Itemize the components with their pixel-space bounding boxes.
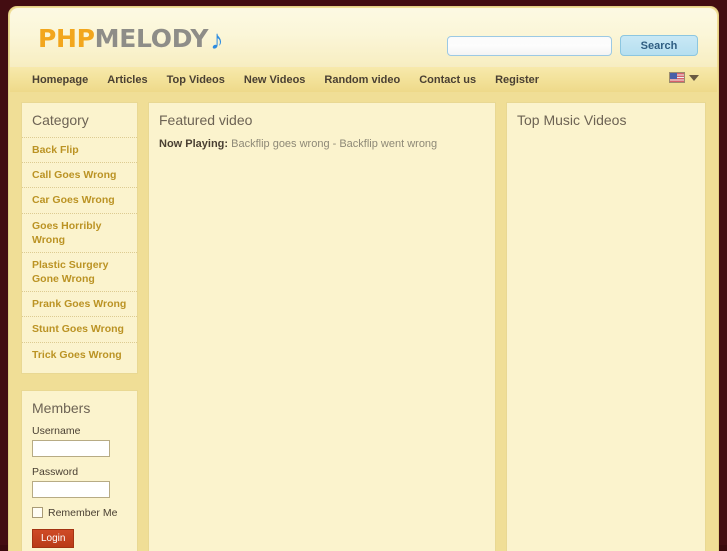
top-music-videos-title: Top Music Videos [517, 112, 627, 128]
now-playing-video-link[interactable]: Backflip goes wrong - Backflip went wron… [231, 138, 437, 150]
us-flag-icon [669, 72, 685, 83]
category-link-trick-goes-wrong[interactable]: Trick Goes Wrong [32, 348, 127, 362]
category-link-goes-horribly-wrong[interactable]: Goes Horribly Wrong [32, 219, 127, 247]
list-item: Trick Goes Wrong [22, 341, 137, 367]
now-playing-row: Now Playing: Backflip goes wrong - Backf… [149, 137, 495, 161]
category-link-stunt-goes-wrong[interactable]: Stunt Goes Wrong [32, 322, 127, 336]
list-item: Car Goes Wrong [22, 187, 137, 212]
list-item: Stunt Goes Wrong [22, 316, 137, 341]
remember-me-label[interactable]: Remember Me [48, 507, 117, 519]
search-button[interactable]: Search [620, 35, 698, 56]
search-input[interactable] [447, 35, 612, 56]
nav-item-top-videos[interactable]: Top Videos [167, 74, 225, 86]
nav-item-register[interactable]: Register [495, 74, 539, 86]
search-area: Search [447, 35, 698, 56]
page-body: Category Back Flip Call Goes Wrong Car G… [9, 92, 718, 551]
logo-php-text: PHP [38, 24, 95, 53]
center-column: Featured video Now Playing: Backflip goe… [148, 102, 496, 551]
category-list: Back Flip Call Goes Wrong Car Goes Wrong… [22, 137, 137, 373]
main-navigation: Homepage Articles Top Videos New Videos … [10, 66, 717, 92]
now-playing-label: Now Playing: [159, 138, 229, 150]
featured-video-title: Featured video [159, 112, 253, 128]
list-item: Goes Horribly Wrong [22, 212, 137, 252]
site-header: PHPMELODY♪ Search [10, 8, 717, 66]
category-link-call-goes-wrong[interactable]: Call Goes Wrong [32, 168, 127, 182]
chevron-down-icon [689, 74, 699, 81]
list-item: Plastic Surgery Gone Wrong [22, 251, 137, 291]
nav-item-random-video[interactable]: Random video [324, 74, 400, 86]
category-link-prank-goes-wrong[interactable]: Prank Goes Wrong [32, 297, 127, 311]
category-link-car-goes-wrong[interactable]: Car Goes Wrong [32, 193, 127, 207]
list-item: Call Goes Wrong [22, 162, 137, 187]
password-input[interactable] [32, 480, 110, 498]
category-link-back-flip[interactable]: Back Flip [32, 143, 127, 157]
sidebar: Category Back Flip Call Goes Wrong Car G… [21, 102, 138, 551]
username-label: Username [32, 424, 81, 437]
username-input[interactable] [32, 439, 110, 457]
category-panel: Category Back Flip Call Goes Wrong Car G… [21, 102, 138, 374]
list-item: Prank Goes Wrong [22, 291, 137, 316]
nav-item-articles[interactable]: Articles [107, 74, 147, 86]
site-container: PHPMELODY♪ Search Homepage Articles Top … [8, 6, 719, 551]
members-panel: Members Username Password Remember Me Lo… [21, 389, 138, 551]
site-logo[interactable]: PHPMELODY♪ [38, 24, 224, 55]
nav-item-homepage[interactable]: Homepage [32, 74, 88, 86]
password-label: Password [32, 465, 79, 478]
members-panel-title: Members [32, 399, 91, 416]
remember-me-row: Remember Me [22, 507, 137, 519]
category-panel-title: Category [32, 112, 89, 128]
list-item: Back Flip [22, 137, 137, 162]
nav-item-new-videos[interactable]: New Videos [244, 74, 306, 86]
featured-video-panel: Featured video Now Playing: Backflip goe… [148, 102, 496, 551]
remember-me-checkbox[interactable] [32, 507, 43, 519]
nav-item-contact-us[interactable]: Contact us [419, 74, 476, 86]
category-link-plastic-surgery-gone-wrong[interactable]: Plastic Surgery Gone Wrong [32, 258, 127, 286]
music-note-icon: ♪ [210, 25, 224, 55]
language-selector[interactable] [669, 72, 699, 83]
page-frame: PHPMELODY♪ Search Homepage Articles Top … [0, 0, 727, 551]
top-music-videos-panel: Top Music Videos [506, 102, 706, 551]
logo-melody-text: MELODY [94, 24, 209, 53]
right-column: Top Music Videos [506, 102, 706, 551]
